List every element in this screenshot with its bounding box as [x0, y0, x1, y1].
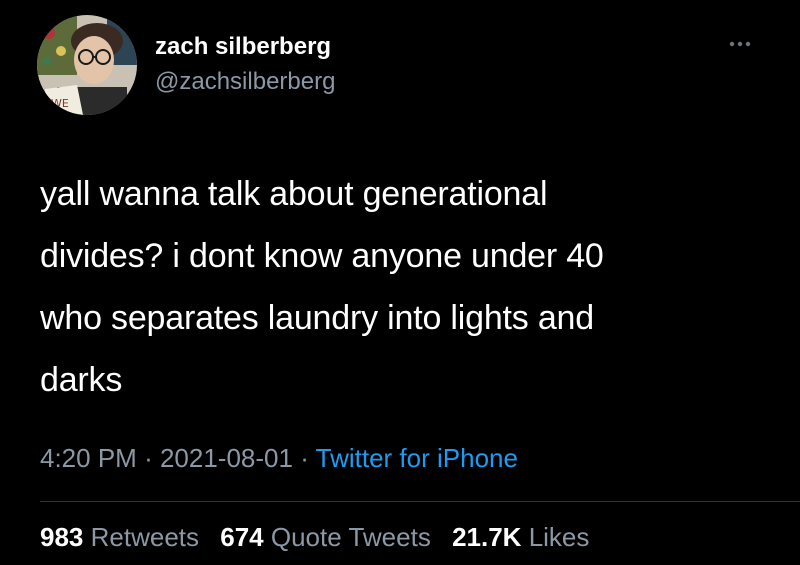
tweet-card: WE zach silberberg @zachsilberberg yall … [0, 0, 800, 565]
engagement-stats: 983 Retweets 674 Quote Tweets 21.7K Like… [40, 522, 603, 553]
meta-separator: · [144, 443, 153, 473]
quote-tweets-stat[interactable]: 674 Quote Tweets [220, 522, 431, 553]
tweet-source-link[interactable]: Twitter for iPhone [316, 443, 518, 473]
retweets-count: 983 [40, 522, 84, 552]
likes-count: 21.7K [452, 522, 522, 552]
likes-label: Likes [528, 522, 590, 552]
profile-photo-icon: WE [37, 15, 137, 115]
tweet-text-line: divides? i dont know anyone under 40 [40, 237, 604, 275]
tweet-date[interactable]: 2021-08-01 [160, 443, 293, 473]
retweets-label: Retweets [90, 522, 200, 552]
author-display-name[interactable]: zach silberberg [155, 33, 331, 61]
tweet-text-line: yall wanna talk about generational [40, 175, 548, 213]
tweet-text-line: who separates laundry into lights and [40, 299, 594, 337]
likes-stat[interactable]: 21.7K Likes [452, 522, 589, 553]
more-dots-icon [729, 41, 751, 47]
divider [40, 501, 800, 502]
retweets-stat[interactable]: 983 Retweets [40, 522, 199, 553]
tweet-text: yall wanna talk about generational divid… [40, 163, 760, 411]
tweet-meta: 4:20 PM · 2021-08-01 · Twitter for iPhon… [40, 443, 518, 474]
svg-text:WE: WE [51, 97, 69, 110]
quote-tweets-label: Quote Tweets [270, 522, 431, 552]
more-options-button[interactable] [724, 34, 764, 54]
avatar[interactable]: WE [37, 15, 137, 115]
author-handle[interactable]: @zachsilberberg [155, 68, 335, 96]
meta-separator: · [300, 443, 309, 473]
tweet-text-line: darks [40, 361, 123, 399]
tweet-time[interactable]: 4:20 PM [40, 443, 137, 473]
quote-tweets-count: 674 [220, 522, 264, 552]
